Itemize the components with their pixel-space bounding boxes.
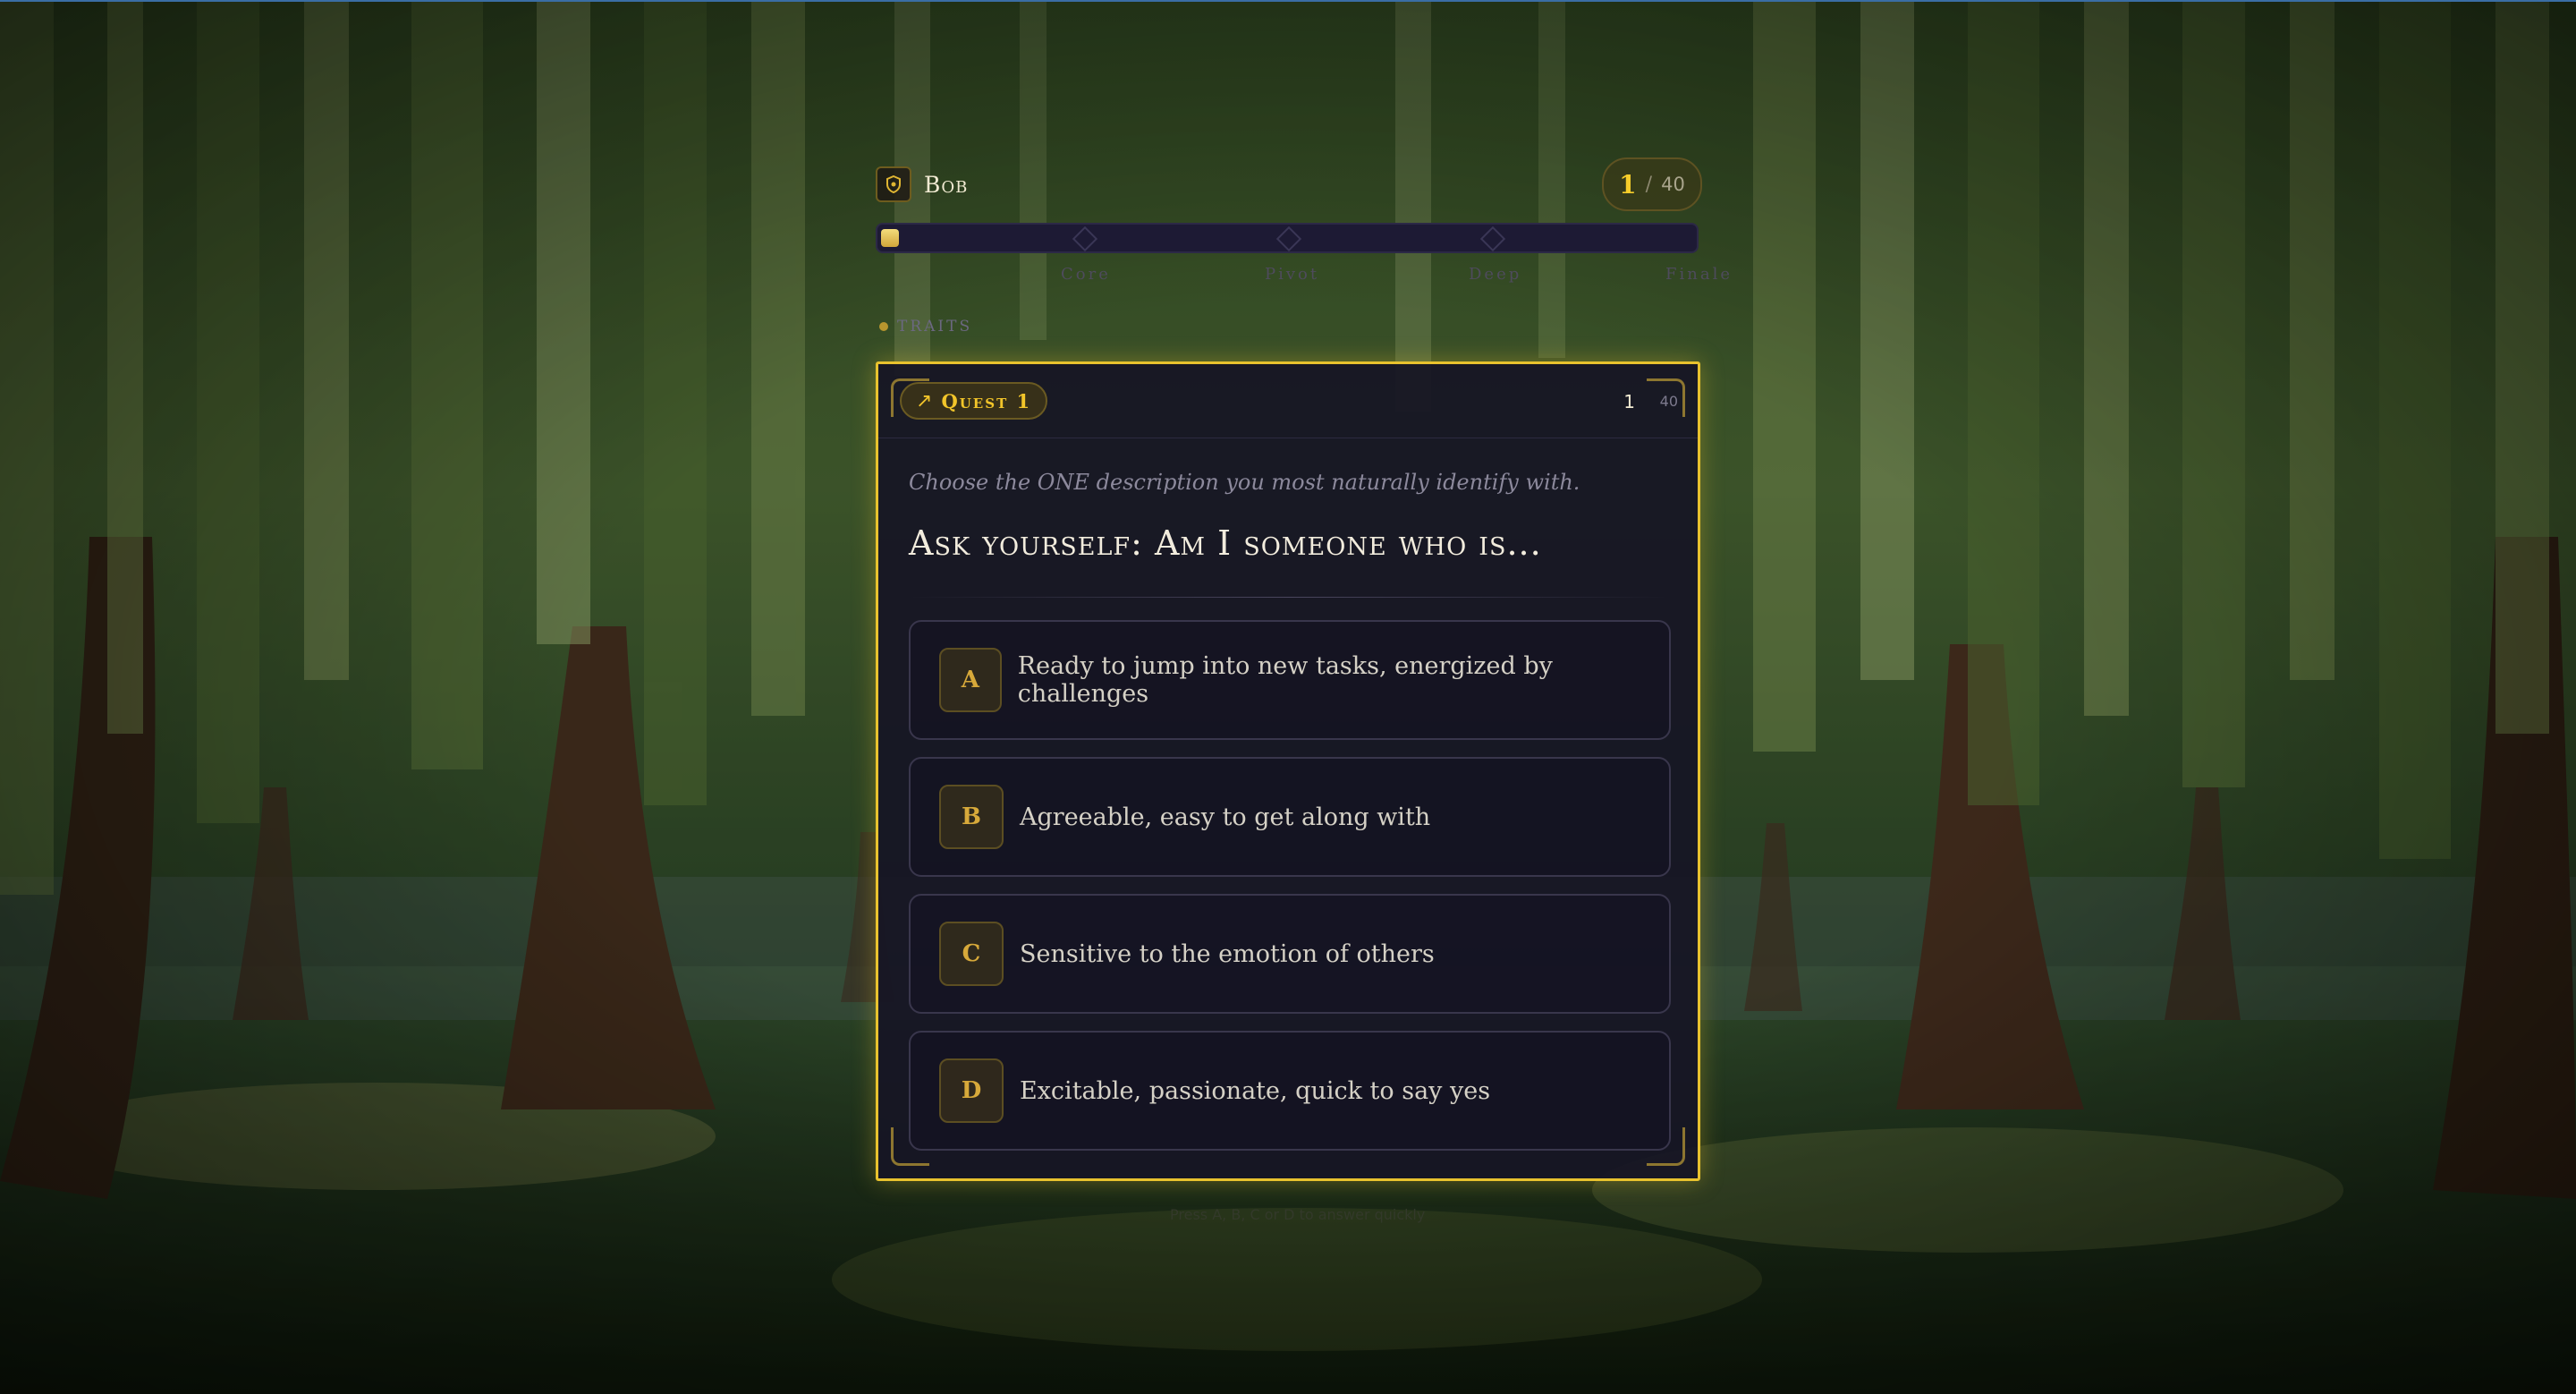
divider [909, 597, 1669, 598]
option-letter: B [939, 785, 1004, 849]
shield-icon [876, 166, 911, 202]
milestone-label-deep: Deep [1469, 265, 1522, 284]
option-d-button[interactable]: D Excitable, passionate, quick to say ye… [909, 1031, 1671, 1151]
option-letter: D [939, 1058, 1004, 1123]
quest-badge-label: Quest 1 [941, 389, 1032, 412]
arrow-up-right-icon: ↗ [916, 389, 933, 412]
milestone-marker [1479, 225, 1506, 252]
quest-badge: ↗ Quest 1 [900, 382, 1048, 420]
milestone-label-core: Core [1061, 265, 1111, 284]
option-letter: C [939, 922, 1004, 986]
option-a-button[interactable]: A Ready to jump into new tasks, energize… [909, 620, 1671, 740]
player-name: Bob [924, 171, 969, 198]
milestone-label-pivot: Pivot [1265, 265, 1320, 284]
quest-number: 1 [1623, 391, 1635, 412]
option-text: Agreeable, easy to get along with [1020, 803, 1431, 831]
counter-current: 1 [1619, 169, 1637, 200]
milestone-label-finale: Finale [1665, 265, 1733, 284]
counter-total: 40 [1661, 174, 1685, 195]
player-info: Bob [876, 166, 968, 203]
milestone-marker [1072, 225, 1098, 252]
option-text: Ready to jump into new tasks, energized … [1017, 652, 1553, 708]
option-letter: A [939, 648, 1002, 712]
milestone-marker [1275, 225, 1302, 252]
option-text: Excitable, passionate, quick to say yes [1020, 1076, 1491, 1105]
keyboard-hint: Press A, B, C or D to answer quickly [1170, 1206, 1426, 1223]
option-b-button[interactable]: B Agreeable, easy to get along with [909, 757, 1671, 877]
progress-fill [881, 229, 899, 247]
option-c-button[interactable]: C Sensitive to the emotion of others [909, 894, 1671, 1014]
option-text: Sensitive to the emotion of others [1020, 939, 1435, 968]
progress-bar [876, 223, 1699, 253]
answer-options: A Ready to jump into new tasks, energize… [909, 620, 1671, 1168]
quest-card: ↗ Quest 1 1 40 Choose the ONE descriptio… [876, 361, 1700, 1181]
section-dot [879, 322, 888, 331]
section-label-text: TRAITS [897, 318, 973, 336]
top-accent-line [0, 0, 2576, 2]
question-counter: 1 / 40 [1602, 157, 1702, 211]
section-label: TRAITS [879, 318, 972, 336]
counter-separator: / [1645, 173, 1653, 196]
quest-total: 40 [1659, 393, 1678, 410]
quest-instruction: Choose the ONE description you most natu… [909, 470, 1580, 495]
quest-question: Ask yourself: Am I someone who is... [909, 523, 1542, 563]
